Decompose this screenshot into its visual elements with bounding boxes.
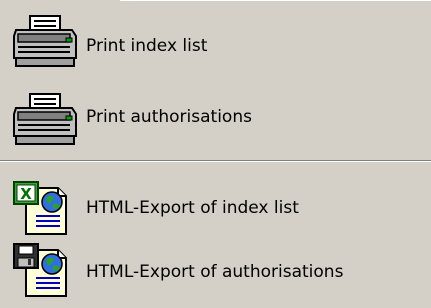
menu-item-html-export-index-list[interactable]: X HTML-Export of index list — [0, 174, 431, 242]
printer-icon — [10, 14, 82, 70]
svg-text:X: X — [20, 185, 32, 203]
menu-item-html-export-authorisations[interactable]: HTML-Export of authorisations — [0, 236, 431, 304]
floppy-html-export-icon — [12, 242, 84, 298]
printer-icon — [10, 92, 82, 148]
menu-item-print-authorisations[interactable]: Print authorisations — [0, 84, 431, 152]
menu-item-label: Print authorisations — [86, 107, 252, 127]
menu-separator-highlight — [0, 161, 431, 162]
menu-item-label: HTML-Export of index list — [86, 198, 299, 218]
excel-html-export-icon: X — [12, 180, 84, 236]
menu-item-print-index-list[interactable]: Print index list — [0, 6, 431, 74]
context-menu: Print index list Print authorisations X … — [0, 0, 431, 308]
menu-item-label: HTML-Export of authorisations — [86, 262, 344, 282]
menu-item-label: Print index list — [86, 36, 208, 56]
menu-top-edge — [120, 0, 431, 1]
